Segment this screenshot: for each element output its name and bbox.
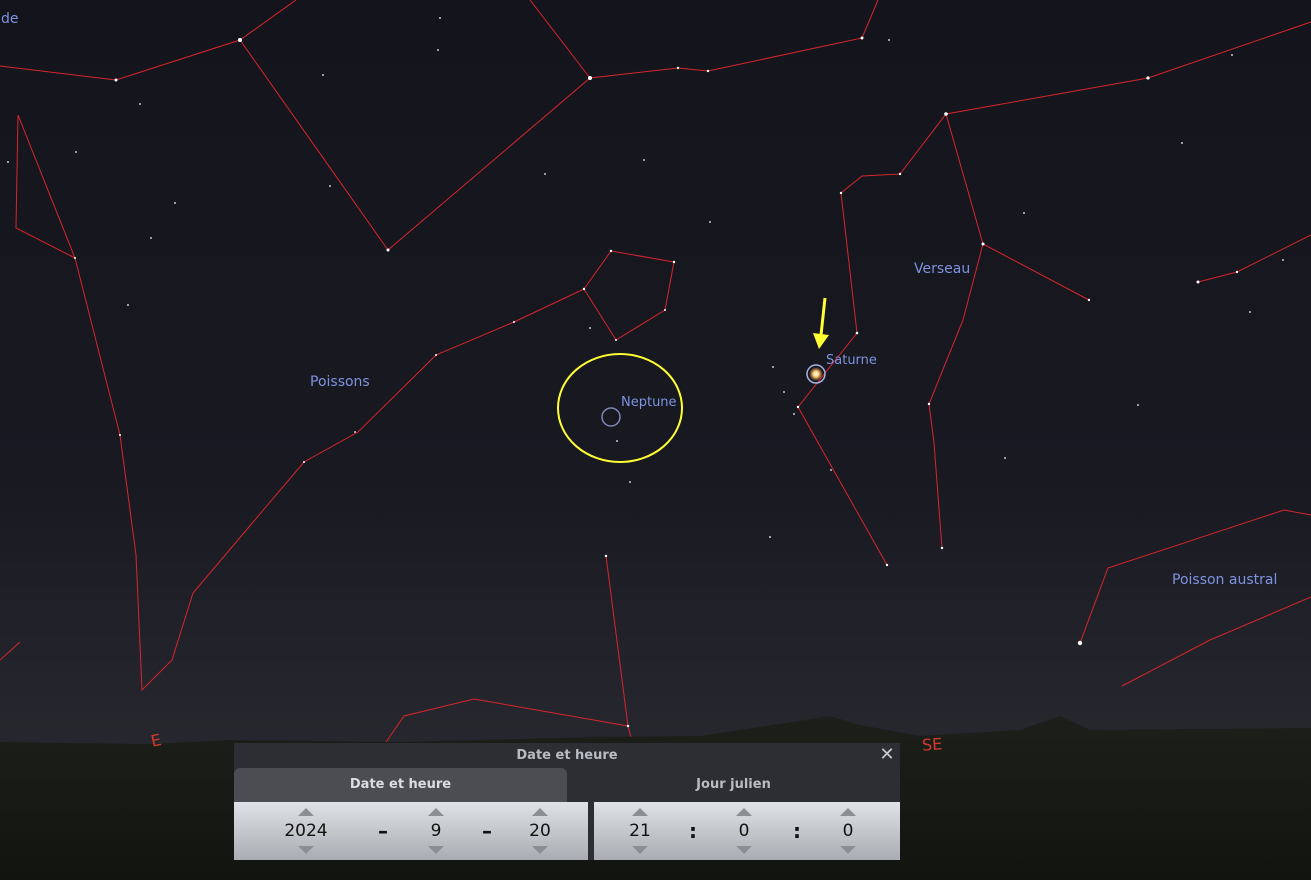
day-up-arrow-icon[interactable] bbox=[532, 808, 548, 816]
planet-label-saturne: Saturne bbox=[826, 353, 877, 368]
hour-down-arrow-icon[interactable] bbox=[632, 846, 648, 854]
second-down-arrow-icon[interactable] bbox=[840, 846, 856, 854]
month-up-arrow-icon[interactable] bbox=[428, 808, 444, 816]
time-separator: : bbox=[689, 819, 697, 843]
minute-spinner[interactable]: 0 bbox=[714, 802, 774, 860]
minute-up-arrow-icon[interactable] bbox=[736, 808, 752, 816]
planet-label-neptune: Neptune bbox=[621, 395, 677, 410]
minute-value[interactable]: 0 bbox=[714, 821, 774, 841]
hour-spinner[interactable]: 21 bbox=[610, 802, 670, 860]
date-panel: 2024 – 9 – 20 bbox=[234, 802, 588, 860]
month-value[interactable]: 9 bbox=[406, 821, 466, 841]
cardinal-southeast: SE bbox=[921, 734, 943, 755]
second-value[interactable]: 0 bbox=[818, 821, 878, 841]
hour-up-arrow-icon[interactable] bbox=[632, 808, 648, 816]
month-spinner[interactable]: 9 bbox=[406, 802, 466, 860]
year-down-arrow-icon[interactable] bbox=[298, 846, 314, 854]
hour-value[interactable]: 21 bbox=[610, 821, 670, 841]
constellation-label-verseau: Verseau bbox=[914, 261, 971, 277]
time-separator: : bbox=[793, 819, 801, 843]
constellation-label-poissons: Poissons bbox=[310, 374, 370, 390]
year-up-arrow-icon[interactable] bbox=[298, 808, 314, 816]
dialog-title: Date et heure bbox=[516, 748, 618, 763]
second-up-arrow-icon[interactable] bbox=[840, 808, 856, 816]
tab-julian-day[interactable]: Jour julien bbox=[567, 768, 900, 802]
second-spinner[interactable]: 0 bbox=[818, 802, 878, 860]
constellation-label-edge: de bbox=[1, 11, 19, 27]
close-icon[interactable]: ✕ bbox=[878, 746, 896, 764]
minute-down-arrow-icon[interactable] bbox=[736, 846, 752, 854]
year-spinner[interactable]: 2024 bbox=[276, 802, 336, 860]
day-value[interactable]: 20 bbox=[510, 821, 570, 841]
day-spinner[interactable]: 20 bbox=[510, 802, 570, 860]
date-separator: – bbox=[482, 819, 492, 843]
date-time-dialog: Date et heure ✕ Date et heure Jour julie… bbox=[234, 743, 900, 860]
saturn-glow bbox=[809, 367, 823, 381]
date-separator: – bbox=[378, 819, 388, 843]
month-down-arrow-icon[interactable] bbox=[428, 846, 444, 854]
tab-date-time[interactable]: Date et heure bbox=[234, 768, 567, 802]
time-panel: 21 : 0 : 0 bbox=[594, 802, 900, 860]
year-value[interactable]: 2024 bbox=[276, 821, 336, 841]
day-down-arrow-icon[interactable] bbox=[532, 846, 548, 854]
constellation-label-poisson-austral: Poisson austral bbox=[1172, 572, 1278, 588]
